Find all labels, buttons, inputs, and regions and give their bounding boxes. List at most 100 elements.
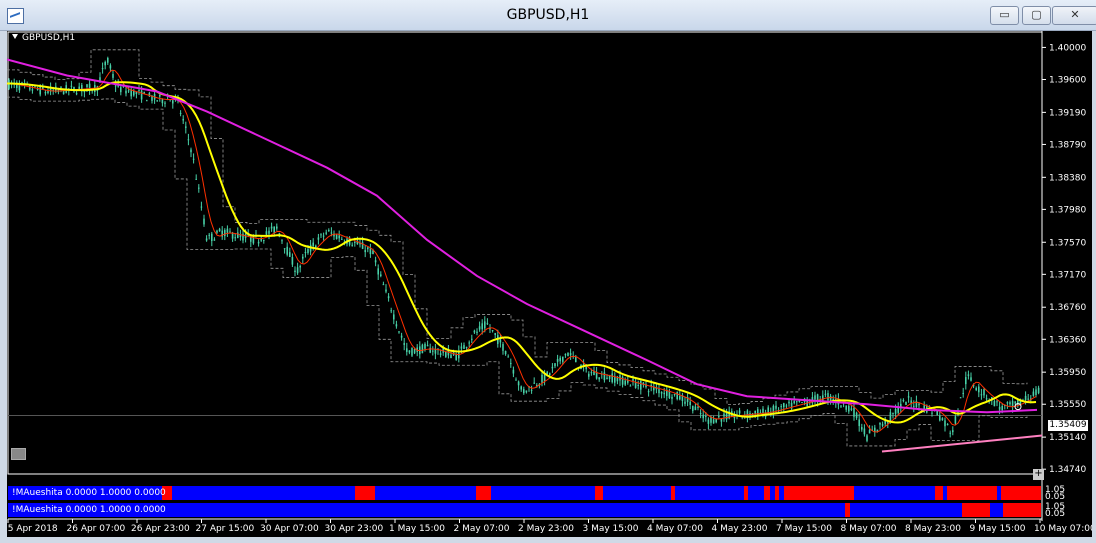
candle-body: [31, 89, 34, 91]
price-tick-label: 1.36760: [1049, 303, 1086, 313]
dropdown-triangle-icon[interactable]: [12, 34, 18, 39]
candle-body: [445, 351, 447, 357]
candle-body: [338, 235, 340, 239]
candle-body: [400, 335, 403, 338]
candle-body: [289, 252, 291, 257]
time-tick-label: 4 May 07:00: [647, 524, 703, 534]
minimize-button[interactable]: ▭: [990, 6, 1019, 25]
candle-body: [268, 230, 270, 234]
time-tick-label: 26 Apr 07:00: [67, 524, 126, 534]
candle-body: [827, 393, 829, 401]
indicator-red-segment: [962, 503, 990, 517]
candle-body: [918, 403, 920, 406]
candle-body: [307, 249, 309, 253]
candle-body: [629, 385, 632, 387]
close-button[interactable]: ✕: [1052, 6, 1096, 25]
price-tick-label: 1.38790: [1049, 140, 1086, 150]
candle-body: [590, 372, 593, 374]
price-tick-label: 1.36360: [1049, 335, 1086, 345]
price-tick-label: 1.34740: [1049, 465, 1086, 475]
candle-body: [432, 350, 434, 352]
candle-body: [114, 85, 117, 87]
candle-body: [450, 354, 452, 359]
candle-body: [858, 419, 860, 427]
candle-body: [525, 390, 528, 393]
time-tick-label: 8 May 07:00: [841, 524, 897, 534]
candle-body: [949, 432, 951, 434]
candle-body: [299, 265, 301, 268]
candle-body: [556, 358, 559, 362]
candle-body: [663, 392, 665, 395]
candle-body: [374, 260, 377, 263]
candle-body: [408, 350, 411, 353]
symbol-text: GBPUSD,H1: [22, 33, 76, 43]
candle-body: [47, 91, 49, 94]
candle-body: [270, 226, 273, 229]
candle-body: [86, 84, 88, 87]
candle-body: [632, 379, 634, 381]
candle-body: [801, 401, 803, 403]
candle-body: [182, 118, 184, 121]
candle-body: [923, 405, 925, 409]
candle-body: [101, 68, 104, 70]
indicator-red-segment: [595, 486, 603, 500]
candle-body: [499, 339, 502, 343]
candle-body: [1035, 389, 1037, 395]
price-tick-label: 1.38380: [1049, 173, 1086, 183]
candle-body: [390, 310, 392, 312]
candle-body: [931, 412, 933, 414]
candle-body: [962, 392, 964, 394]
candle-body: [754, 410, 756, 414]
candle-body: [476, 331, 478, 333]
candle-body: [1024, 395, 1027, 400]
indicator-red-segment: [764, 486, 770, 500]
candle-body: [237, 232, 239, 238]
candle-body: [866, 435, 868, 441]
candle-body: [673, 394, 676, 396]
candle-body: [894, 409, 897, 414]
indicator-red-segment: [947, 486, 997, 500]
candle-body: [692, 405, 694, 411]
candle-body: [70, 85, 73, 87]
candle-body: [112, 74, 114, 78]
candle-body: [169, 100, 171, 102]
candle-body: [36, 89, 39, 91]
candle-body: [471, 338, 473, 340]
candle-body: [302, 256, 304, 259]
indicator-red-segment: [935, 486, 943, 500]
candle-body: [658, 389, 660, 394]
candle-body: [164, 102, 166, 104]
candle-body: [156, 100, 158, 102]
price-tick-label: 1.37570: [1049, 238, 1086, 248]
candle-body: [104, 61, 106, 66]
candle-body: [621, 376, 624, 385]
price-tick-label: 1.39600: [1049, 75, 1086, 85]
candle-body: [647, 391, 650, 393]
candle-body: [205, 238, 208, 241]
candle-body: [738, 410, 741, 414]
candle-body: [216, 230, 218, 233]
candle-body: [523, 389, 525, 394]
candle-body: [398, 331, 400, 333]
candle-body: [874, 427, 876, 432]
symbol-label[interactable]: GBPUSD,H1: [12, 33, 75, 43]
candle-body: [637, 384, 639, 386]
candle-body: [125, 90, 127, 94]
candle-body: [395, 324, 398, 327]
candle-body: [502, 344, 504, 351]
zoom-plus-icon[interactable]: +: [1033, 469, 1044, 480]
price-tick-label: 1.37980: [1049, 205, 1086, 215]
candle-body: [504, 351, 507, 355]
candle-body: [465, 346, 468, 348]
candle-body: [439, 353, 442, 356]
indicator-red-segment: [671, 486, 675, 500]
candle-body: [468, 342, 470, 344]
candle-body: [39, 86, 41, 95]
maximize-button[interactable]: ▢: [1022, 6, 1051, 25]
chart-area[interactable]: 1.40000 1.39600 1.39190 1.38790 1.38380 1.379…: [7, 31, 1092, 537]
candle-body: [1001, 406, 1003, 411]
indicator-red-segment: [784, 486, 854, 500]
price-chart[interactable]: 1.40000 1.39600 1.39190 1.38790 1.38380 1.379…: [7, 31, 1092, 537]
candle-body: [455, 354, 457, 361]
chart-shift-marker[interactable]: [11, 448, 26, 460]
